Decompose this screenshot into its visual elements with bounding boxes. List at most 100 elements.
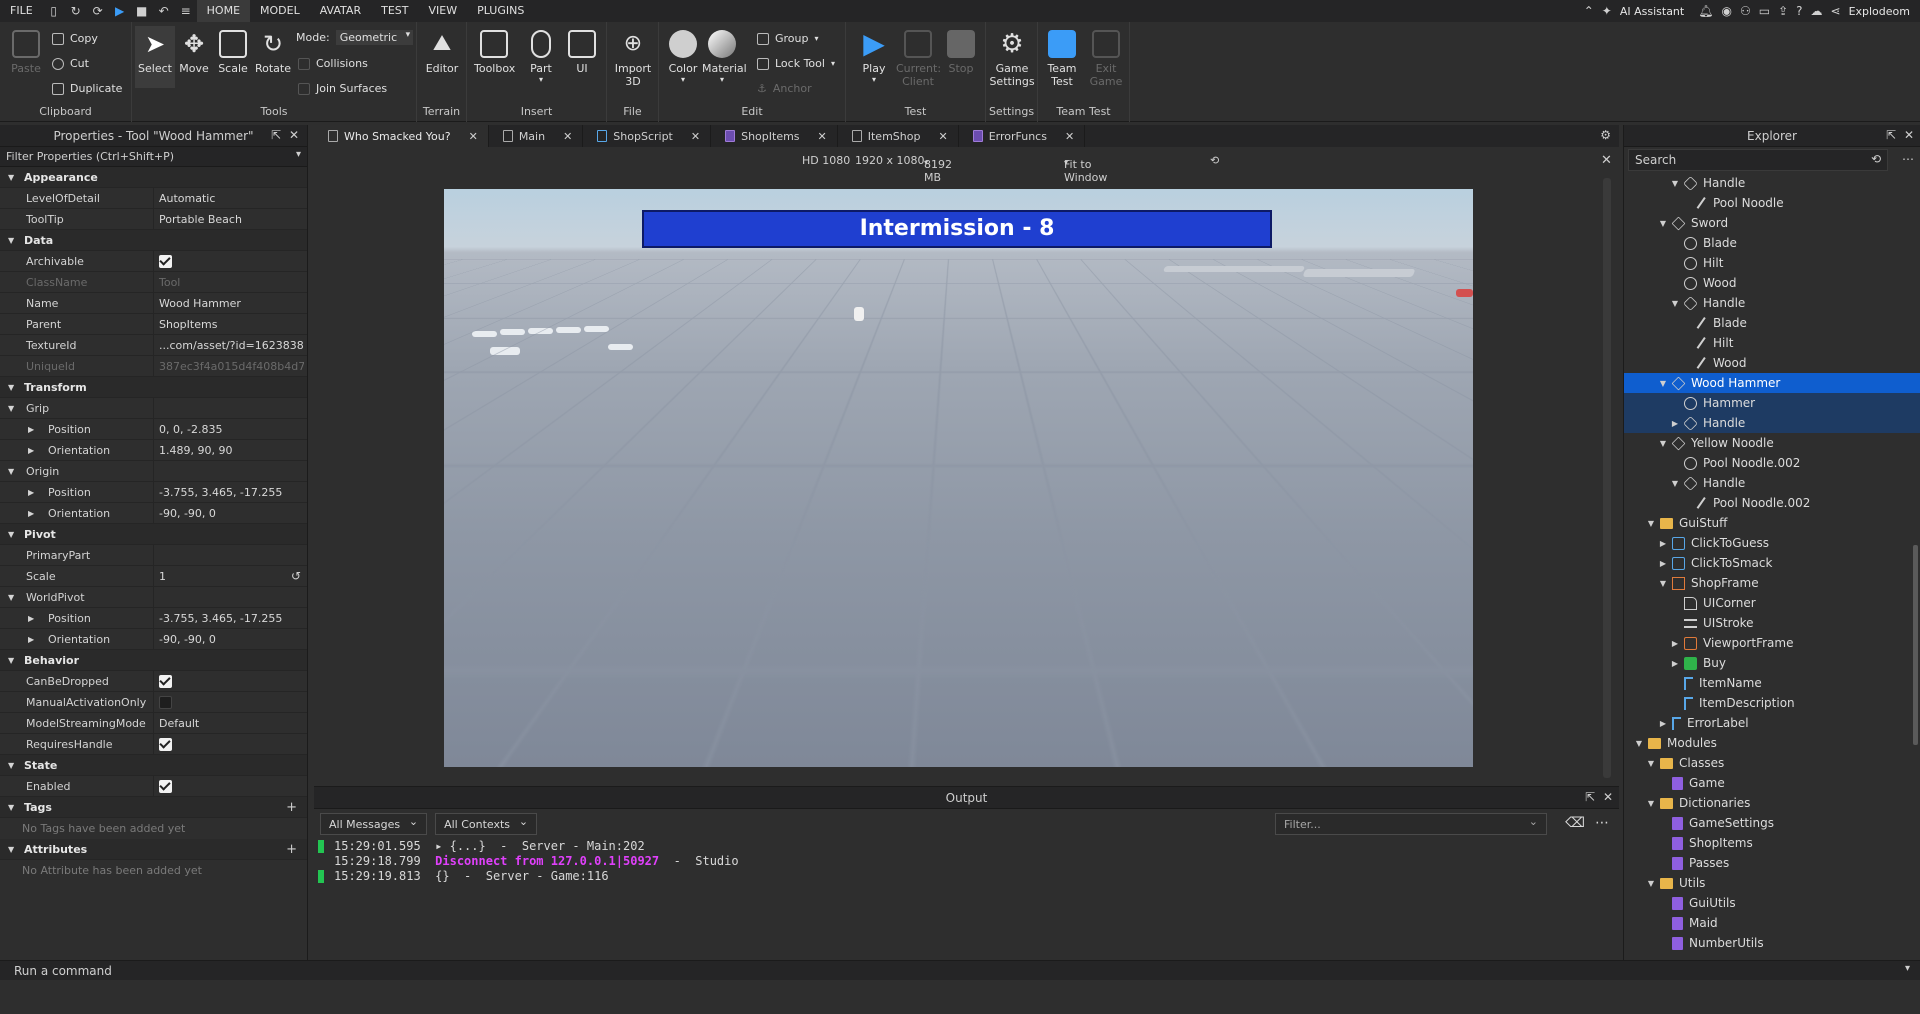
output-line[interactable]: 15:29:19.813 {} - Server - Game:116 <box>314 869 1619 884</box>
output-line[interactable]: 15:29:01.595 ▸ {...} - Server - Main:202 <box>314 839 1619 854</box>
close-icon[interactable]: ✕ <box>289 128 299 142</box>
close-emulator-icon[interactable]: ✕ <box>1601 153 1612 168</box>
explorer-item[interactable]: ▶ ClickToGuess <box>1624 533 1920 553</box>
expand-caret-icon[interactable]: ▶ <box>1670 419 1680 428</box>
stop-button[interactable]: Stop <box>941 22 981 75</box>
explorer-search-input[interactable]: Search ⟲ <box>1628 149 1888 171</box>
share-icon[interactable]: ⇪ <box>1774 4 1792 18</box>
tab-avatar[interactable]: AVATAR <box>310 0 371 22</box>
expand-caret-icon[interactable]: ▶ <box>28 446 34 455</box>
current-client-button[interactable]: Current: Client <box>896 22 941 88</box>
prop-row-requires-handle[interactable]: RequiresHandle <box>0 733 307 755</box>
play-button[interactable]: ▶ Play ▾ <box>854 22 894 85</box>
explorer-item[interactable]: ▼ Classes <box>1624 753 1920 773</box>
tab-view[interactable]: VIEW <box>418 0 467 22</box>
lock-dropdown-icon[interactable]: ▾ <box>831 59 835 68</box>
explorer-item[interactable]: UIStroke <box>1624 613 1920 633</box>
prop-row-level-of-detail[interactable]: LevelOfDetail Automatic <box>0 187 307 209</box>
close-icon[interactable]: ✕ <box>1904 128 1914 142</box>
username[interactable]: Explodeom <box>1845 5 1920 18</box>
prop-row-origin-position[interactable]: ▶ Position -3.755, 3.465, -17.255 <box>0 481 307 503</box>
tab-test[interactable]: TEST <box>371 0 418 22</box>
material-dropdown-icon[interactable]: ▾ <box>702 75 742 84</box>
gear-icon[interactable]: ⚙ <box>1600 128 1611 142</box>
prop-row-model-streaming[interactable]: ModelStreamingMode Default <box>0 712 307 734</box>
exit-game-button[interactable]: Exit Game <box>1086 22 1126 88</box>
contexts-filter-dropdown[interactable]: All Contexts <box>435 813 538 835</box>
color-dropdown-icon[interactable]: ▾ <box>663 75 703 84</box>
section-tags[interactable]: ▼ Tags + <box>0 797 307 818</box>
tab-plugins[interactable]: PLUGINS <box>467 0 534 22</box>
tab-who-smacked-you[interactable]: Who Smacked You? ✕ <box>314 125 489 147</box>
3d-viewport[interactable]: Intermission - 8 <box>444 189 1473 767</box>
viewport-scrollbar[interactable] <box>1603 178 1611 778</box>
explorer-item[interactable]: ▼ Handle <box>1624 293 1920 313</box>
can-be-dropped-checkbox[interactable] <box>159 674 172 688</box>
expand-caret-icon[interactable]: ▶ <box>28 614 34 623</box>
prop-row-grip[interactable]: ▼ Grip <box>0 397 307 419</box>
anchor-button[interactable]: ⚓︎ Anchor <box>757 82 812 95</box>
archivable-checkbox[interactable] <box>159 254 172 268</box>
tab-shopscript[interactable]: ShopScript ✕ <box>583 125 712 147</box>
collapse-caret-icon[interactable]: ▼ <box>1658 579 1668 588</box>
mode-selector[interactable]: Mode: Geometric ▾ <box>296 30 414 45</box>
section-appearance[interactable]: ▼ Appearance <box>0 167 307 188</box>
explorer-item[interactable]: ShopItems <box>1624 833 1920 853</box>
scale-tool-button[interactable]: Scale <box>213 22 253 75</box>
explorer-item[interactable]: ▶ ClickToSmack <box>1624 553 1920 573</box>
expand-caret-icon[interactable]: ▶ <box>1658 539 1668 548</box>
collapse-caret-icon[interactable]: ▼ <box>1670 299 1680 308</box>
explorer-item[interactable]: NumberUtils <box>1624 933 1920 953</box>
reset-icon[interactable]: ↺ <box>291 569 301 583</box>
expand-caret-icon[interactable]: ▶ <box>1670 659 1680 668</box>
section-state[interactable]: ▼ State <box>0 755 307 776</box>
explorer-item[interactable]: Hilt <box>1624 253 1920 273</box>
cloud-icon[interactable]: ☁ <box>1807 4 1827 18</box>
prop-row-enabled[interactable]: Enabled <box>0 775 307 797</box>
explorer-item[interactable]: ▼ ShopFrame <box>1624 573 1920 593</box>
move-tool-button[interactable]: ✥ Move <box>174 22 214 75</box>
close-icon[interactable]: ✕ <box>938 130 947 143</box>
explorer-item[interactable]: ▼ Wood Hammer <box>1624 373 1920 393</box>
group-dropdown-icon[interactable]: ▾ <box>815 34 819 43</box>
undock-icon[interactable]: ⇱ <box>1585 790 1595 804</box>
expand-caret-icon[interactable]: ▶ <box>1658 559 1668 568</box>
menu-file[interactable]: FILE <box>0 0 43 22</box>
explorer-item[interactable]: ▼ Handle <box>1624 473 1920 493</box>
tab-main[interactable]: Main ✕ <box>489 125 584 147</box>
prop-row-manual-activation[interactable]: ManualActivationOnly <box>0 691 307 713</box>
explorer-item[interactable]: ▼ GuiStuff <box>1624 513 1920 533</box>
ai-assistant-button[interactable]: AI Assistant <box>1616 5 1694 18</box>
clear-output-broom-icon[interactable]: ⌫ <box>1565 815 1585 831</box>
notification-bell-icon[interactable]: 🔔︎ <box>1694 4 1717 18</box>
messages-filter-dropdown[interactable]: All Messages <box>320 813 428 835</box>
prop-row-world-pivot-orientation[interactable]: ▶ Orientation -90, -90, 0 <box>0 628 307 650</box>
prop-row-can-be-dropped[interactable]: CanBeDropped <box>0 670 307 692</box>
collisions-toggle[interactable]: Collisions <box>298 57 368 70</box>
explorer-item[interactable]: GuiUtils <box>1624 893 1920 913</box>
tab-errorfuncs[interactable]: ErrorFuncs ✕ <box>959 125 1086 147</box>
expand-caret-icon[interactable]: ▶ <box>1658 719 1668 728</box>
prop-row-world-pivot-position[interactable]: ▶ Position -3.755, 3.465, -17.255 <box>0 607 307 629</box>
explorer-item[interactable]: Passes <box>1624 853 1920 873</box>
redo-icon[interactable]: ↻ <box>65 0 87 22</box>
collapse-caret-icon[interactable]: ▼ <box>1658 219 1668 228</box>
explorer-item[interactable]: UICorner <box>1624 593 1920 613</box>
explorer-item[interactable]: ▶ Buy <box>1624 653 1920 673</box>
prop-row-archivable[interactable]: Archivable <box>0 250 307 272</box>
expand-caret-icon[interactable]: ▶ <box>1670 639 1680 648</box>
explorer-item[interactable]: Hilt <box>1624 333 1920 353</box>
tab-itemshop[interactable]: ItemShop ✕ <box>838 125 959 147</box>
add-attribute-icon[interactable]: + <box>286 842 297 857</box>
expand-caret-icon[interactable]: ▶ <box>28 425 34 434</box>
explorer-item[interactable]: ▶ ErrorLabel <box>1624 713 1920 733</box>
prop-row-tooltip[interactable]: ToolTip Portable Beach <box>0 208 307 230</box>
output-line[interactable]: 15:29:18.799 Disconnect from 127.0.0.1|5… <box>314 854 1619 869</box>
close-icon[interactable]: ✕ <box>469 130 478 143</box>
close-icon[interactable]: ✕ <box>563 130 572 143</box>
tab-home[interactable]: HOME <box>196 0 251 22</box>
ui-button[interactable]: UI <box>562 22 602 75</box>
paste-button[interactable]: Paste <box>6 22 46 75</box>
requires-handle-checkbox[interactable] <box>159 737 172 751</box>
import-3d-button[interactable]: ⊕ Import 3D <box>613 22 653 88</box>
